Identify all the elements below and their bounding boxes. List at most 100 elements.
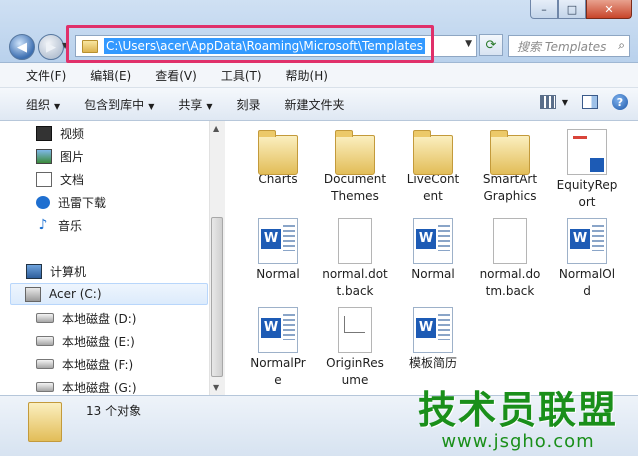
word-template-icon — [413, 307, 453, 353]
chevron-down-icon: ▼ — [54, 101, 61, 111]
nav-item-music[interactable]: ♪ 音乐 — [36, 215, 82, 235]
nav-item-xunlei[interactable]: 迅雷下载 — [36, 192, 106, 212]
menu-help[interactable]: 帮助(H) — [270, 67, 336, 84]
back-button[interactable]: ◀ — [9, 34, 35, 60]
file-item[interactable]: Charts — [241, 129, 315, 188]
file-item[interactable]: Normal — [396, 218, 470, 283]
nav-item-label: 本地磁盘 (D:) — [62, 311, 137, 326]
nav-item-videos[interactable]: 视频 — [36, 123, 84, 143]
minimize-button[interactable]: – — [530, 0, 558, 19]
nav-item-drive-d[interactable]: 本地磁盘 (D:) — [36, 308, 136, 328]
system-drive-icon — [25, 286, 41, 302]
file-name-line2: t.back — [336, 284, 374, 298]
drive-icon — [36, 313, 54, 323]
item-count: 13 个对象 — [86, 404, 142, 418]
scroll-up-icon[interactable]: ▲ — [213, 124, 219, 133]
report-document-icon — [567, 129, 607, 175]
drive-icon — [36, 382, 54, 392]
documents-icon — [36, 171, 52, 187]
chevron-down-icon[interactable]: ▼ — [465, 39, 472, 49]
nav-item-label: 音乐 — [58, 218, 83, 233]
search-input[interactable]: 搜索 Templates — [517, 38, 606, 55]
nav-item-drive-c[interactable]: Acer (C:) — [10, 283, 208, 305]
new-folder-button[interactable]: 新建文件夹 — [273, 96, 357, 113]
nav-item-drive-g[interactable]: 本地磁盘 (G:) — [36, 377, 137, 395]
search-icon[interactable]: ⌕ — [618, 38, 625, 53]
view-controls: ▼ ? — [539, 94, 628, 110]
file-name: Normal — [256, 267, 300, 281]
scrollbar-thumb[interactable] — [211, 217, 223, 377]
file-item[interactable]: normal.dot t.back — [318, 218, 392, 300]
nav-scrollbar[interactable]: ▲ ▼ — [209, 121, 225, 395]
folder-icon — [413, 130, 453, 175]
help-icon[interactable]: ? — [612, 94, 628, 110]
organize-label: 组织 — [26, 97, 51, 112]
forward-button[interactable]: ▶ — [38, 34, 64, 60]
close-button[interactable]: ✕ — [586, 0, 632, 19]
file-item[interactable]: SmartArt Graphics — [473, 129, 547, 205]
file-name: 模板简历 — [408, 356, 457, 370]
menu-bar: 文件(F) 编辑(E) 查看(V) 工具(T) 帮助(H) — [0, 63, 638, 88]
include-in-library-button[interactable]: 包含到库中 ▼ — [72, 96, 166, 113]
file-name: NormalOl — [558, 267, 616, 281]
details-pane: 13 个对象 技术员联盟 www.jsgho.com — [0, 388, 638, 456]
file-name: NormalPr — [250, 356, 306, 370]
file-name-line2: tm.back — [485, 284, 535, 298]
watermark-url: www.jsgho.com — [441, 431, 595, 452]
nav-item-label: 计算机 — [50, 264, 87, 279]
title-bar: – □ ✕ ◀ ▶ ▼ C:\Users\acer\AppData\Roamin… — [0, 0, 638, 63]
chevron-down-icon: ▼ — [148, 101, 155, 111]
origin-file-icon — [338, 307, 372, 353]
nav-item-label: 视频 — [60, 126, 85, 141]
nav-item-pictures[interactable]: 图片 — [36, 146, 84, 166]
xunlei-icon — [36, 195, 50, 209]
file-name: OriginRes — [326, 356, 384, 370]
menu-edit[interactable]: 编辑(E) — [74, 67, 139, 84]
include-in-library-label: 包含到库中 — [84, 97, 145, 112]
nav-item-computer[interactable]: 计算机 — [26, 261, 86, 281]
change-view-button[interactable]: ▼ — [539, 95, 568, 109]
watermark-title: 技术员联盟 — [417, 388, 618, 432]
file-item[interactable]: NormalOl d — [550, 218, 624, 300]
file-name-line2: ume — [341, 373, 369, 387]
file-item[interactable]: Document Themes — [318, 129, 392, 205]
share-button[interactable]: 共享 ▼ — [166, 96, 224, 113]
scroll-down-icon[interactable]: ▼ — [213, 383, 219, 392]
file-item[interactable]: OriginRes ume — [318, 307, 392, 389]
nav-item-drive-f[interactable]: 本地磁盘 (F:) — [36, 354, 133, 374]
nav-item-drive-e[interactable]: 本地磁盘 (E:) — [36, 331, 135, 351]
file-name-line2: e — [274, 373, 282, 387]
pictures-icon — [36, 148, 52, 164]
file-item[interactable]: normal.do tm.back — [473, 218, 547, 300]
nav-item-documents[interactable]: 文档 — [36, 169, 84, 189]
preview-pane-button[interactable] — [582, 95, 598, 109]
refresh-button[interactable]: ⟳ — [479, 34, 503, 56]
menu-view[interactable]: 查看(V) — [139, 67, 205, 84]
file-name-line2: Themes — [331, 189, 379, 203]
annotation-highlight-box — [66, 25, 434, 63]
word-template-icon — [258, 307, 298, 353]
file-item[interactable]: NormalPr e — [241, 307, 315, 389]
maximize-button[interactable]: □ — [558, 0, 586, 19]
file-item[interactable]: 模板简历 — [396, 307, 470, 372]
menu-tools[interactable]: 工具(T) — [205, 67, 270, 84]
word-template-icon — [258, 218, 298, 264]
folder-icon — [335, 130, 375, 175]
file-item[interactable]: LiveCont ent — [396, 129, 470, 205]
file-name-line2: d — [583, 284, 591, 298]
organize-button[interactable]: 组织 ▼ — [0, 96, 72, 113]
menu-file[interactable]: 文件(F) — [0, 67, 74, 84]
share-label: 共享 — [178, 97, 203, 112]
burn-button[interactable]: 刻录 — [225, 96, 273, 113]
file-item[interactable]: Normal — [241, 218, 315, 283]
back-arrow-icon: ◀ — [17, 39, 27, 55]
nav-item-label: Acer (C:) — [49, 287, 102, 301]
video-icon — [36, 125, 52, 141]
blank-file-icon — [493, 218, 527, 264]
chevron-down-icon: ▼ — [206, 101, 213, 111]
file-item[interactable]: EquityRep ort — [550, 129, 624, 211]
search-box[interactable]: 搜索 Templates ⌕ — [508, 35, 630, 57]
drive-icon — [36, 336, 54, 346]
nav-item-label: 文档 — [60, 172, 85, 187]
file-name-line2: ort — [578, 195, 596, 209]
